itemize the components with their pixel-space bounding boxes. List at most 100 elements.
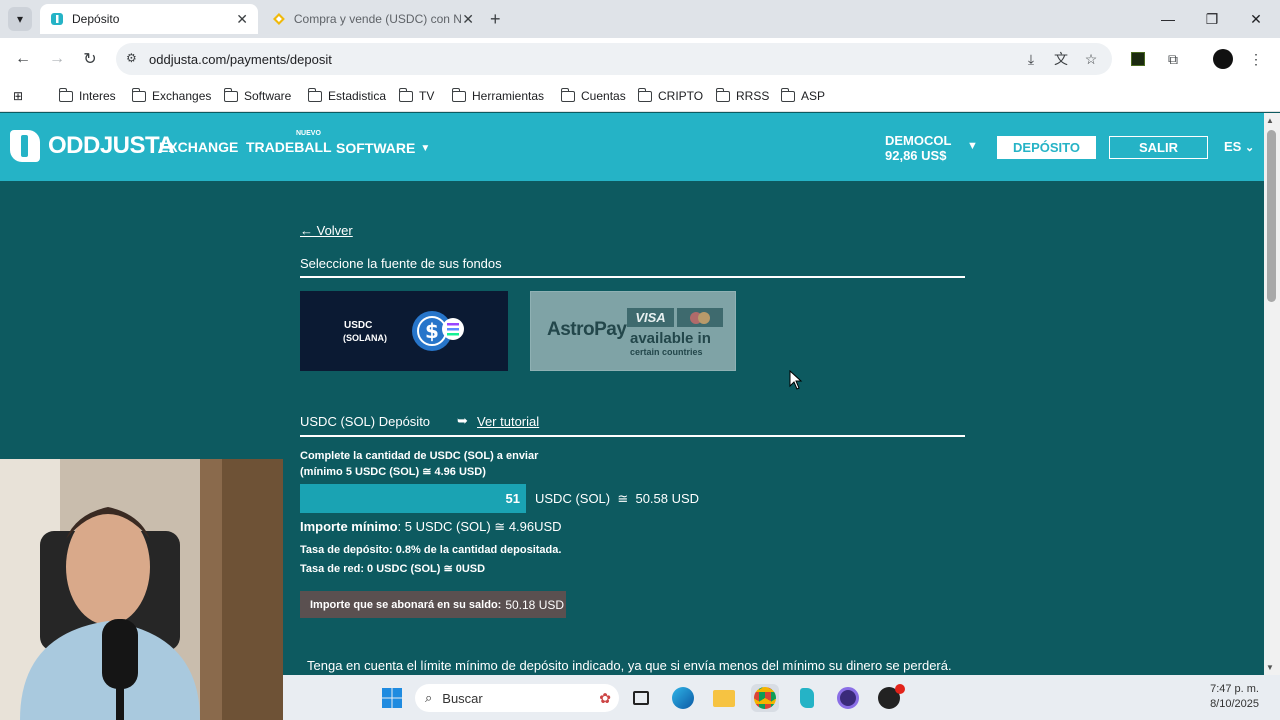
logout-button[interactable]: SALIR <box>1109 136 1208 159</box>
deposit-fee: Tasa de depósito: 0.8% de la cantidad de… <box>300 544 562 556</box>
browser-tab-strip: ▾ Depósito ✕ Compra y vende (USDC) con N… <box>0 0 1280 38</box>
translate-icon[interactable]: 文 <box>1050 48 1072 70</box>
site-header: ODDJUSTA EXCHANGE NUEVO TRADEBALL SOFTWA… <box>0 113 1264 181</box>
minimize-icon[interactable]: — <box>1146 0 1190 38</box>
folder-icon <box>560 87 575 102</box>
new-tab-icon[interactable]: + <box>490 9 501 30</box>
visa-logo: VISA <box>627 308 674 327</box>
windows-taskbar: ⌕ Buscar ✿ 7:47 p. m. 8/10/2025 <box>283 675 1280 720</box>
more-menu-icon[interactable]: ⋮ <box>1245 48 1267 70</box>
profile-avatar[interactable] <box>1212 48 1234 70</box>
tutorial-link[interactable]: Ver tutorial <box>477 414 539 429</box>
windows-start-icon[interactable] <box>378 684 406 712</box>
site-info-icon[interactable]: ⚙ <box>126 51 137 65</box>
tab-deposit[interactable]: Depósito ✕ <box>40 4 258 34</box>
close-tab-icon[interactable]: ✕ <box>462 11 474 28</box>
bookmark-folder[interactable]: Cuentas <box>560 86 626 106</box>
install-app-icon[interactable]: ⤓ <box>1020 48 1042 70</box>
bookmark-folder[interactable]: CRIPTO <box>637 86 703 106</box>
file-explorer-icon[interactable] <box>710 684 738 712</box>
tab-binance[interactable]: Compra y vende (USDC) con N... ✕ <box>262 4 484 34</box>
mouse-cursor-icon <box>789 370 803 390</box>
network-fee: Tasa de red: 0 USDC (SOL) ≅ 0USD <box>300 563 486 575</box>
bookmark-folder[interactable]: Herramientas <box>451 86 544 106</box>
window-close-icon[interactable]: ✕ <box>1234 0 1278 38</box>
tab-title: Compra y vende (USDC) con N... <box>293 12 463 26</box>
folder-icon <box>451 87 466 102</box>
instruction-line-2: (mínimo 5 USDC (SOL) ≅ 4.96 USD) <box>300 466 486 478</box>
address-bar[interactable]: ⚙ oddjusta.com/payments/deposit <box>116 43 1112 75</box>
search-placeholder: Buscar <box>442 690 483 706</box>
usdc-solana-icon: $ <box>412 311 464 351</box>
bookmark-folder[interactable]: TV <box>398 86 434 106</box>
app-circle-icon[interactable] <box>834 684 862 712</box>
search-icon: ⌕ <box>425 690 433 705</box>
scrollbar-thumb[interactable] <box>1267 130 1276 302</box>
apps-grid-icon[interactable]: ⊞ <box>13 86 23 106</box>
scroll-down-icon[interactable]: ▼ <box>1266 663 1274 672</box>
back-link[interactable]: ← Volver <box>300 223 353 238</box>
bookmark-folder[interactable]: Software <box>223 86 291 106</box>
extensions-puzzle-icon[interactable]: ⧉ <box>1162 48 1184 70</box>
folder-icon <box>715 87 730 102</box>
deposit-title: USDC (SOL) Depósito <box>300 414 431 429</box>
bookmark-folder[interactable]: ASP <box>780 86 825 106</box>
webcam-overlay <box>0 459 283 720</box>
mastercard-icon <box>677 308 723 327</box>
restore-icon[interactable]: ❐ <box>1190 0 1234 38</box>
bookmark-folder[interactable]: Interes <box>58 86 116 106</box>
folder-icon <box>398 87 413 102</box>
extension-icon[interactable] <box>1127 48 1149 70</box>
forward-arrow-icon[interactable]: → <box>44 46 70 72</box>
tutorial-arrow-icon: ➥ <box>457 413 468 428</box>
oddjusta-logo[interactable]: ODDJUSTA <box>10 130 175 162</box>
url-text[interactable]: oddjusta.com/payments/deposit <box>149 52 332 67</box>
available-text: available in <box>630 330 711 347</box>
edge-browser-icon[interactable] <box>669 684 697 712</box>
amount-conversion: USDC (SOL) ≅ 50.58 USD <box>535 491 700 506</box>
logo-mark-icon <box>10 130 40 162</box>
bookmarks-bar: ⊞ Interes Exchanges Software Estadistica… <box>0 80 1280 112</box>
language-selector[interactable]: ES ⌄ <box>1224 139 1254 154</box>
bookmark-star-icon[interactable]: ☆ <box>1080 48 1102 70</box>
bookmark-folder[interactable]: Estadistica <box>307 86 386 106</box>
clock-date[interactable]: 8/10/2025 <box>1203 698 1259 710</box>
oddjusta-app-icon[interactable] <box>793 684 821 712</box>
divider <box>300 276 965 278</box>
folder-icon <box>131 87 146 102</box>
chrome-icon[interactable] <box>751 684 779 712</box>
binance-favicon-icon <box>272 13 285 25</box>
task-view-icon[interactable] <box>627 684 655 712</box>
clock-time[interactable]: 7:47 p. m. <box>1207 683 1259 695</box>
notification-dot <box>895 684 905 694</box>
amount-input[interactable]: 51 <box>300 484 526 513</box>
astropay-brand: AstroPay <box>547 319 627 340</box>
method-astropay[interactable]: AstroPay VISA available in certain count… <box>530 291 736 371</box>
tab-search-button[interactable]: ▾ <box>8 7 32 31</box>
back-arrow-icon[interactable]: ← <box>10 46 36 72</box>
deposit-button[interactable]: DEPÓSITO <box>997 136 1096 159</box>
chevron-down-icon: ⌄ <box>1244 142 1255 154</box>
reload-icon[interactable]: ↻ <box>77 46 103 72</box>
nav-tradeball[interactable]: TRADEBALL <box>246 139 332 155</box>
bookmark-folder[interactable]: Exchanges <box>131 86 211 106</box>
browser-toolbar: ← → ↻ ⚙ oddjusta.com/payments/deposit ⤓ … <box>0 38 1280 80</box>
method-usdc-solana[interactable]: USDC (SOLANA) $ <box>300 291 508 371</box>
account-dropdown-icon[interactable]: ▼ <box>967 140 978 152</box>
bookmark-folder[interactable]: RRSS <box>715 86 769 106</box>
usdc-label: USDC (SOLANA) <box>343 320 387 343</box>
folder-icon <box>58 87 73 102</box>
folder-icon <box>780 87 795 102</box>
credited-amount-box: Importe que se abonará en su saldo: 50.1… <box>300 591 566 618</box>
close-tab-icon[interactable]: ✕ <box>236 11 248 28</box>
nav-software[interactable]: SOFTWARE ▼ <box>336 140 430 156</box>
scroll-up-icon[interactable]: ▲ <box>1266 116 1274 125</box>
taskbar-search[interactable]: ⌕ Buscar ✿ <box>415 684 619 712</box>
folder-icon <box>307 87 322 102</box>
nav-exchange[interactable]: EXCHANGE <box>159 139 238 155</box>
divider <box>300 435 965 437</box>
caret-down-icon: ▼ <box>420 142 431 154</box>
presenter-video-image <box>0 459 283 720</box>
new-badge: NUEVO <box>296 130 321 137</box>
instruction-line-1: Complete la cantidad de USDC (SOL) a env… <box>300 450 539 462</box>
